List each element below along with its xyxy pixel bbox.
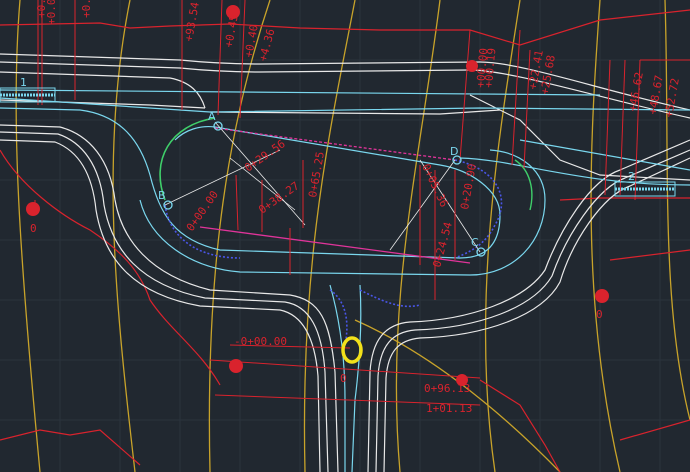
label-bottom-1: -0+00.00	[234, 335, 287, 348]
alignment-lines	[0, 89, 690, 472]
station-ticks	[34, 0, 690, 406]
red-marker-right	[595, 289, 609, 303]
label-marker-2: 2	[628, 170, 635, 183]
cad-viewport[interactable]: +0.8 +0.0 +0.0 +93.54 +0.45 +0.40 +4.36 …	[0, 0, 690, 472]
label-mid-1: 0+29.56	[242, 137, 287, 174]
label-zero-right: 0	[596, 308, 603, 321]
red-marker-bottom-left	[229, 359, 243, 373]
drawing-canvas[interactable]: +0.8 +0.0 +0.0 +93.54 +0.45 +0.40 +4.36 …	[0, 0, 690, 472]
label-top-4: +93.54	[182, 1, 202, 43]
label-marker-1: 1	[20, 76, 27, 89]
label-zero-bottom: 0	[340, 372, 347, 385]
label-top-2: +0.0	[45, 0, 58, 25]
label-point-a: A	[208, 110, 216, 123]
station-labels: +0.8 +0.0 +0.0 +93.54 +0.45 +0.40 +4.36 …	[20, 0, 682, 415]
label-point-b: B	[158, 189, 166, 202]
selection-highlight[interactable]	[341, 336, 363, 364]
label-point-d: D	[450, 145, 458, 158]
label-bottom-3: 1+01.13	[426, 402, 472, 415]
label-right-3: +52.72	[662, 77, 682, 118]
label-mid-6: 0+20.90	[458, 163, 479, 211]
label-bottom-2: 0+96.13	[424, 382, 470, 395]
label-top-5: +0.45	[222, 14, 241, 49]
label-zero-left: 0	[30, 222, 37, 235]
label-top-9: +00.19	[482, 48, 498, 89]
label-mid-3: 0+65.25	[306, 151, 327, 199]
label-top-3: +0.0	[80, 0, 93, 18]
red-marker-left	[26, 202, 40, 216]
label-mid-7: 0+24.54	[430, 220, 455, 269]
green-arc	[159, 117, 216, 201]
label-point-c: C	[471, 236, 479, 249]
